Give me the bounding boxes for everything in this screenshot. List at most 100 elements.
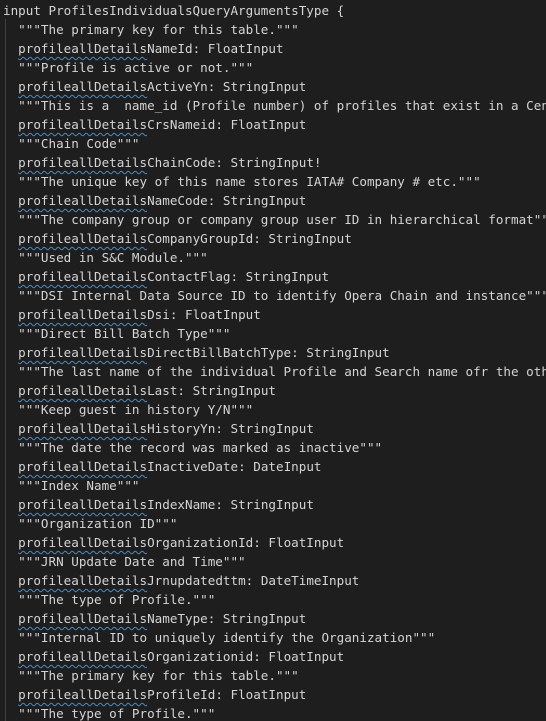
- code-line-docstring: """Keep guest in history Y/N""": [3, 400, 253, 419]
- field-name-suffix: CrsNameid: [147, 117, 216, 132]
- field-docstring: """The last name of the individual Profi…: [18, 364, 546, 379]
- code-line-docstring: """JRN Update Date and Time""": [3, 552, 246, 571]
- field-name-prefix: profileallDetails: [18, 611, 148, 626]
- field-name-suffix: IndexName: [147, 497, 216, 512]
- field-name-prefix: profileallDetails: [18, 535, 148, 550]
- field-name-prefix: profileallDetails: [18, 649, 148, 664]
- input-type-declaration: input ProfilesIndividualsQueryArgumentsT…: [3, 3, 345, 18]
- field-name-suffix: ProfileId: [147, 687, 216, 702]
- field-docstring: """Internal ID to uniquely identify the …: [18, 630, 436, 645]
- field-name-prefix: profileallDetails: [18, 155, 148, 170]
- field-type: : StringInput: [230, 269, 330, 284]
- field-docstring: """Direct Bill Batch Type""": [18, 326, 231, 341]
- code-line-docstring: """The unique key of this name stores IA…: [3, 172, 481, 191]
- code-line-docstring: """The company group or company group us…: [3, 210, 546, 229]
- code-line-docstring: """The type of Profile.""": [3, 704, 215, 721]
- field-name-prefix: profileallDetails: [18, 383, 148, 398]
- code-line-header: input ProfilesIndividualsQueryArgumentsT…: [3, 1, 344, 20]
- code-line-docstring: """DSI Internal Data Source ID to identi…: [3, 286, 546, 305]
- field-docstring: """The company group or company group us…: [18, 212, 546, 227]
- field-type: : FloatInput: [215, 117, 307, 132]
- field-docstring: """Profile is active or not.""": [18, 60, 254, 75]
- field-type: : FloatInput: [215, 687, 307, 702]
- field-docstring: """JRN Update Date and Time""": [18, 554, 246, 569]
- field-type: : FloatInput: [192, 41, 284, 56]
- field-name-suffix: HistoryYn: [147, 421, 216, 436]
- field-docstring: """The type of Profile.""": [18, 706, 216, 721]
- field-name-prefix: profileallDetails: [18, 269, 148, 284]
- field-type: : StringInput: [291, 345, 390, 360]
- code-line-field: profileallDetailsProfileId: FloatInput: [3, 685, 306, 704]
- code-line-docstring: """Index Name""": [3, 476, 140, 495]
- field-docstring: """This is a name_id (Profile number) of…: [18, 98, 546, 113]
- field-docstring: """Used in S&C Module.""": [18, 250, 208, 265]
- code-line-field: profileallDetailsCompanyGroupId: StringI…: [3, 229, 352, 248]
- field-name-suffix: InactiveDate: [147, 459, 239, 474]
- field-docstring: """The unique key of this name stores IA…: [18, 174, 481, 189]
- code-line-docstring: """The primary key for this table.""": [3, 20, 299, 39]
- field-name-suffix: Organizationid: [147, 649, 254, 664]
- code-line-field: profileallDetailsIndexName: StringInput: [3, 495, 314, 514]
- field-name-prefix: profileallDetails: [18, 573, 148, 588]
- code-line-field: profileallDetailsDsi: FloatInput: [3, 305, 261, 324]
- field-name-prefix: profileallDetails: [18, 345, 148, 360]
- field-type: : FloatInput: [253, 649, 345, 664]
- field-type: : FloatInput: [169, 307, 261, 322]
- code-line-docstring: """Organization ID""": [3, 514, 177, 533]
- field-name-suffix: DirectBillBatchType: [147, 345, 292, 360]
- field-docstring: """The type of Profile.""": [18, 592, 216, 607]
- code-line-docstring: """The last name of the individual Profi…: [3, 362, 546, 381]
- code-line-docstring: """The date the record was marked as ina…: [3, 438, 382, 457]
- field-name-suffix: OrganizationId: [147, 535, 254, 550]
- field-name-prefix: profileallDetails: [18, 307, 148, 322]
- code-line-field: profileallDetailsOrganizationId: FloatIn…: [3, 533, 344, 552]
- code-editor[interactable]: input ProfilesIndividualsQueryArgumentsT…: [0, 0, 546, 721]
- field-type: : StringInput: [207, 193, 307, 208]
- field-type: : StringInput: [207, 611, 307, 626]
- field-type: : FloatInput: [253, 535, 345, 550]
- code-line-field: profileallDetailsDirectBillBatchType: St…: [3, 343, 390, 362]
- field-name-suffix: NameId: [147, 41, 193, 56]
- field-name-prefix: profileallDetails: [18, 231, 148, 246]
- code-line-docstring: """Profile is active or not.""": [3, 58, 253, 77]
- code-line-field: profileallDetailsContactFlag: StringInpu…: [3, 267, 329, 286]
- field-name-prefix: profileallDetails: [18, 459, 148, 474]
- code-line-docstring: """Used in S&C Module.""": [3, 248, 208, 267]
- field-type: : StringInput: [207, 79, 307, 94]
- field-type: : StringInput: [177, 383, 276, 398]
- field-name-suffix: ActiveYn: [147, 79, 208, 94]
- field-name-prefix: profileallDetails: [18, 497, 148, 512]
- code-line-docstring: """Chain Code""": [3, 134, 139, 153]
- code-line-docstring: """Internal ID to uniquely identify the …: [3, 628, 435, 647]
- code-line-field: profileallDetailsChainCode: StringInput!: [3, 153, 321, 172]
- code-line-field: profileallDetailsCrsNameid: FloatInput: [3, 115, 306, 134]
- field-docstring: """Index Name""": [18, 478, 140, 493]
- field-name-suffix: ContactFlag: [147, 269, 231, 284]
- code-line-field: profileallDetailsActiveYn: StringInput: [3, 77, 306, 96]
- field-type: : DateTimeInput: [245, 573, 360, 588]
- code-line-field: profileallDetailsInactiveDate: DateInput: [3, 457, 321, 476]
